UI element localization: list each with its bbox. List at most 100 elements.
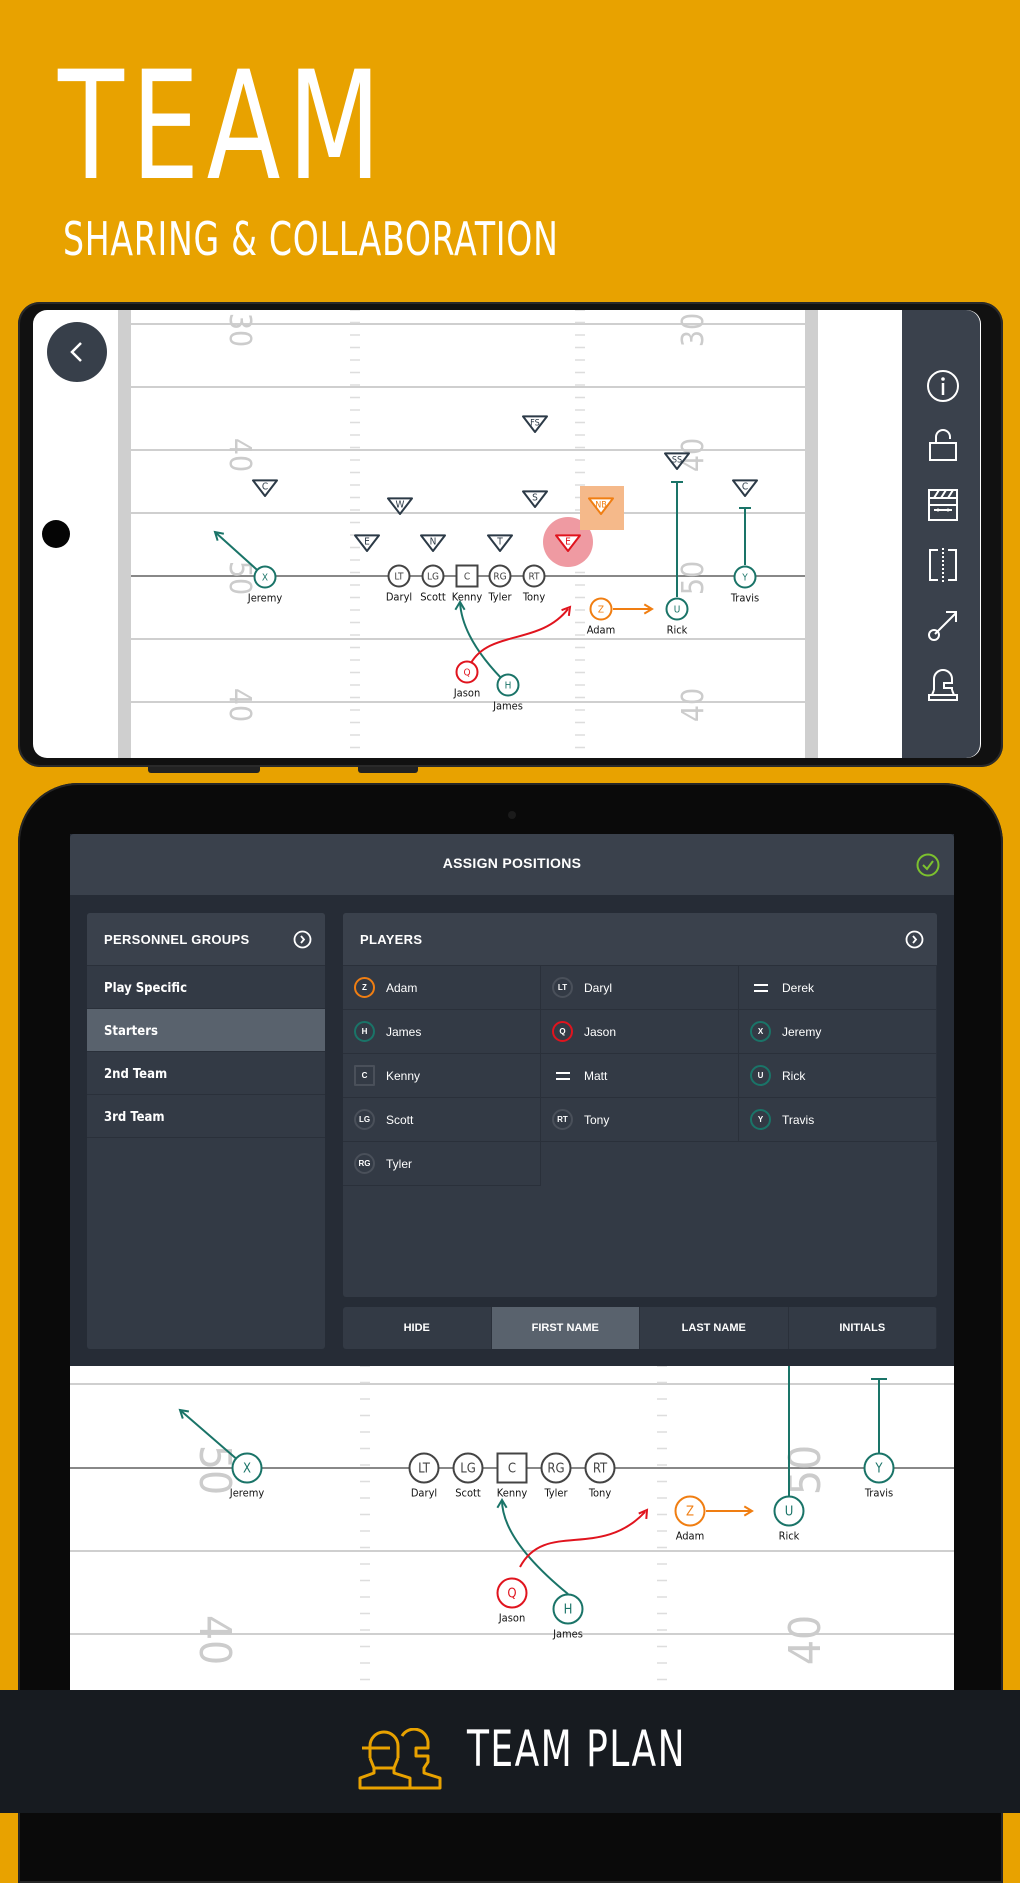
- player-name: Matt: [584, 1069, 608, 1083]
- player-name: Daryl: [386, 591, 412, 604]
- defender-label: C: [742, 482, 748, 493]
- position-label: U: [785, 1505, 794, 1520]
- position-badge: Z: [354, 977, 375, 998]
- chevron-right-circle-icon[interactable]: [905, 930, 924, 949]
- player-name: Daryl: [584, 981, 613, 995]
- player-item[interactable]: U Rick: [739, 1054, 937, 1098]
- position-label: X: [262, 573, 268, 584]
- player-item[interactable]: Y Travis: [739, 1098, 937, 1142]
- position-label: Y: [741, 573, 748, 584]
- label-mode-last-name[interactable]: LAST NAME: [640, 1307, 789, 1349]
- player-name: Tony: [584, 1113, 610, 1127]
- defender-label: T: [496, 537, 503, 548]
- yard-number: 30: [676, 313, 711, 347]
- route-icon[interactable]: [926, 608, 960, 642]
- unassigned-icon: [750, 977, 771, 998]
- player-name: Scott: [386, 1113, 414, 1127]
- label-mode-first-name[interactable]: FIRST NAME: [491, 1307, 640, 1349]
- player-name: Scott: [420, 591, 446, 604]
- player-item[interactable]: LT Daryl: [541, 966, 739, 1010]
- defender-label: FS: [530, 418, 540, 428]
- player-name: Travis: [864, 1487, 893, 1500]
- player-item[interactable]: Z Adam: [343, 966, 541, 1010]
- clapboard-icon[interactable]: [926, 488, 960, 522]
- personnel-groups-panel: PERSONNEL GROUPS Play Specific Starters …: [87, 913, 325, 1349]
- footer-bar: TEAM PLAN: [0, 1690, 1020, 1813]
- route-q: [519, 1511, 646, 1568]
- check-circle-icon[interactable]: [916, 853, 940, 877]
- player-name: Tyler: [543, 1487, 568, 1500]
- yard-number: 40: [222, 688, 257, 722]
- tablet-field-canvas[interactable]: 50405040XJeremyLTDarylLGScottCKennyRGTyl…: [70, 1365, 954, 1694]
- dialog-header: ASSIGN POSITIONS: [70, 834, 954, 895]
- player-item[interactable]: X Jeremy: [739, 1010, 937, 1054]
- position-badge: LT: [552, 977, 573, 998]
- phone-device: 30 40 50 40 30 40 50 40 C W E N T E S FS NB SS C X Jeremy LT D…: [18, 302, 1003, 773]
- helmet-icon[interactable]: [926, 668, 960, 702]
- unlock-icon[interactable]: [926, 427, 960, 461]
- right-sideline: [805, 310, 818, 758]
- player-item[interactable]: Derek: [739, 966, 937, 1010]
- player-item[interactable]: Q Jason: [541, 1010, 739, 1054]
- position-badge: Q: [552, 1021, 573, 1042]
- player-name: Travis: [782, 1113, 815, 1127]
- player-item[interactable]: RG Tyler: [343, 1142, 541, 1186]
- position-label: C: [464, 572, 470, 583]
- flip-icon[interactable]: [926, 548, 960, 582]
- chevron-right-circle-icon[interactable]: [293, 930, 312, 949]
- tablet-screen: ASSIGN POSITIONS PERSONNEL GROUPS Play S…: [70, 834, 954, 1694]
- brand-name: TEAM PLAN: [467, 1720, 686, 1778]
- position-label: U: [674, 605, 681, 616]
- players-panel: PLAYERS Z Adam LT Daryl Derek H James Q Jason X Je…: [343, 913, 937, 1297]
- player-name: Adam: [386, 981, 418, 995]
- position-label: Q: [463, 668, 470, 679]
- player-name: Scott: [455, 1487, 481, 1500]
- player-name: Adam: [676, 1530, 705, 1543]
- defender-label: S: [532, 493, 538, 504]
- unassigned-icon: [552, 1065, 573, 1086]
- player-item[interactable]: RT Tony: [541, 1098, 739, 1142]
- player-name: Tyler: [386, 1157, 413, 1171]
- position-label: X: [243, 1462, 251, 1477]
- position-label: H: [564, 1603, 573, 1618]
- position-badge: H: [354, 1021, 375, 1042]
- player-name: Rick: [779, 1530, 800, 1543]
- player-name: Jeremy: [782, 1025, 822, 1039]
- group-item-2nd-team[interactable]: 2nd Team: [87, 1052, 325, 1095]
- yard-number: 50: [676, 561, 711, 595]
- position-badge: X: [750, 1021, 771, 1042]
- player-name: Jeremy: [247, 592, 283, 605]
- player-name: Tony: [588, 1487, 612, 1500]
- position-label: LT: [394, 572, 404, 583]
- player-item[interactable]: Matt: [541, 1054, 739, 1098]
- yard-number: 40: [676, 688, 711, 722]
- defender-label: SS: [672, 455, 682, 465]
- phone-play-field[interactable]: 3040504030405040CWE N T ESFSNBSSCXJeremyLTD…: [33, 310, 981, 758]
- yard-number: 30: [222, 313, 257, 347]
- defender-label: C: [262, 482, 268, 493]
- player-item[interactable]: C Kenny: [343, 1054, 541, 1098]
- player-name: Jason: [453, 687, 480, 700]
- player-name: Jason: [584, 1025, 617, 1039]
- player-name: Tyler: [487, 591, 512, 604]
- defender-label: E: [364, 537, 370, 548]
- position-badge: C: [354, 1065, 375, 1086]
- defender-label: W: [396, 500, 405, 511]
- player-name: Kenny: [452, 591, 483, 604]
- position-label: Q: [507, 1587, 516, 1602]
- yard-number: 40: [780, 1615, 831, 1665]
- player-item[interactable]: LG Scott: [343, 1098, 541, 1142]
- player-name: Jeremy: [229, 1487, 265, 1500]
- player-item[interactable]: H James: [343, 1010, 541, 1054]
- label-mode-hide[interactable]: HIDE: [343, 1307, 492, 1349]
- group-item-starters[interactable]: Starters: [87, 1009, 325, 1052]
- back-button[interactable]: [47, 322, 107, 382]
- players-header: PLAYERS: [343, 913, 937, 966]
- position-badge: RT: [552, 1109, 573, 1130]
- phone-screen: 30 40 50 40 30 40 50 40 C W E N T E S FS NB SS C X Jeremy LT D…: [33, 310, 981, 758]
- group-item-play-specific[interactable]: Play Specific: [87, 966, 325, 1009]
- player-name: James: [492, 700, 523, 713]
- group-item-3rd-team[interactable]: 3rd Team: [87, 1095, 325, 1138]
- info-icon[interactable]: [926, 369, 960, 403]
- label-mode-initials[interactable]: INITIALS: [789, 1307, 937, 1349]
